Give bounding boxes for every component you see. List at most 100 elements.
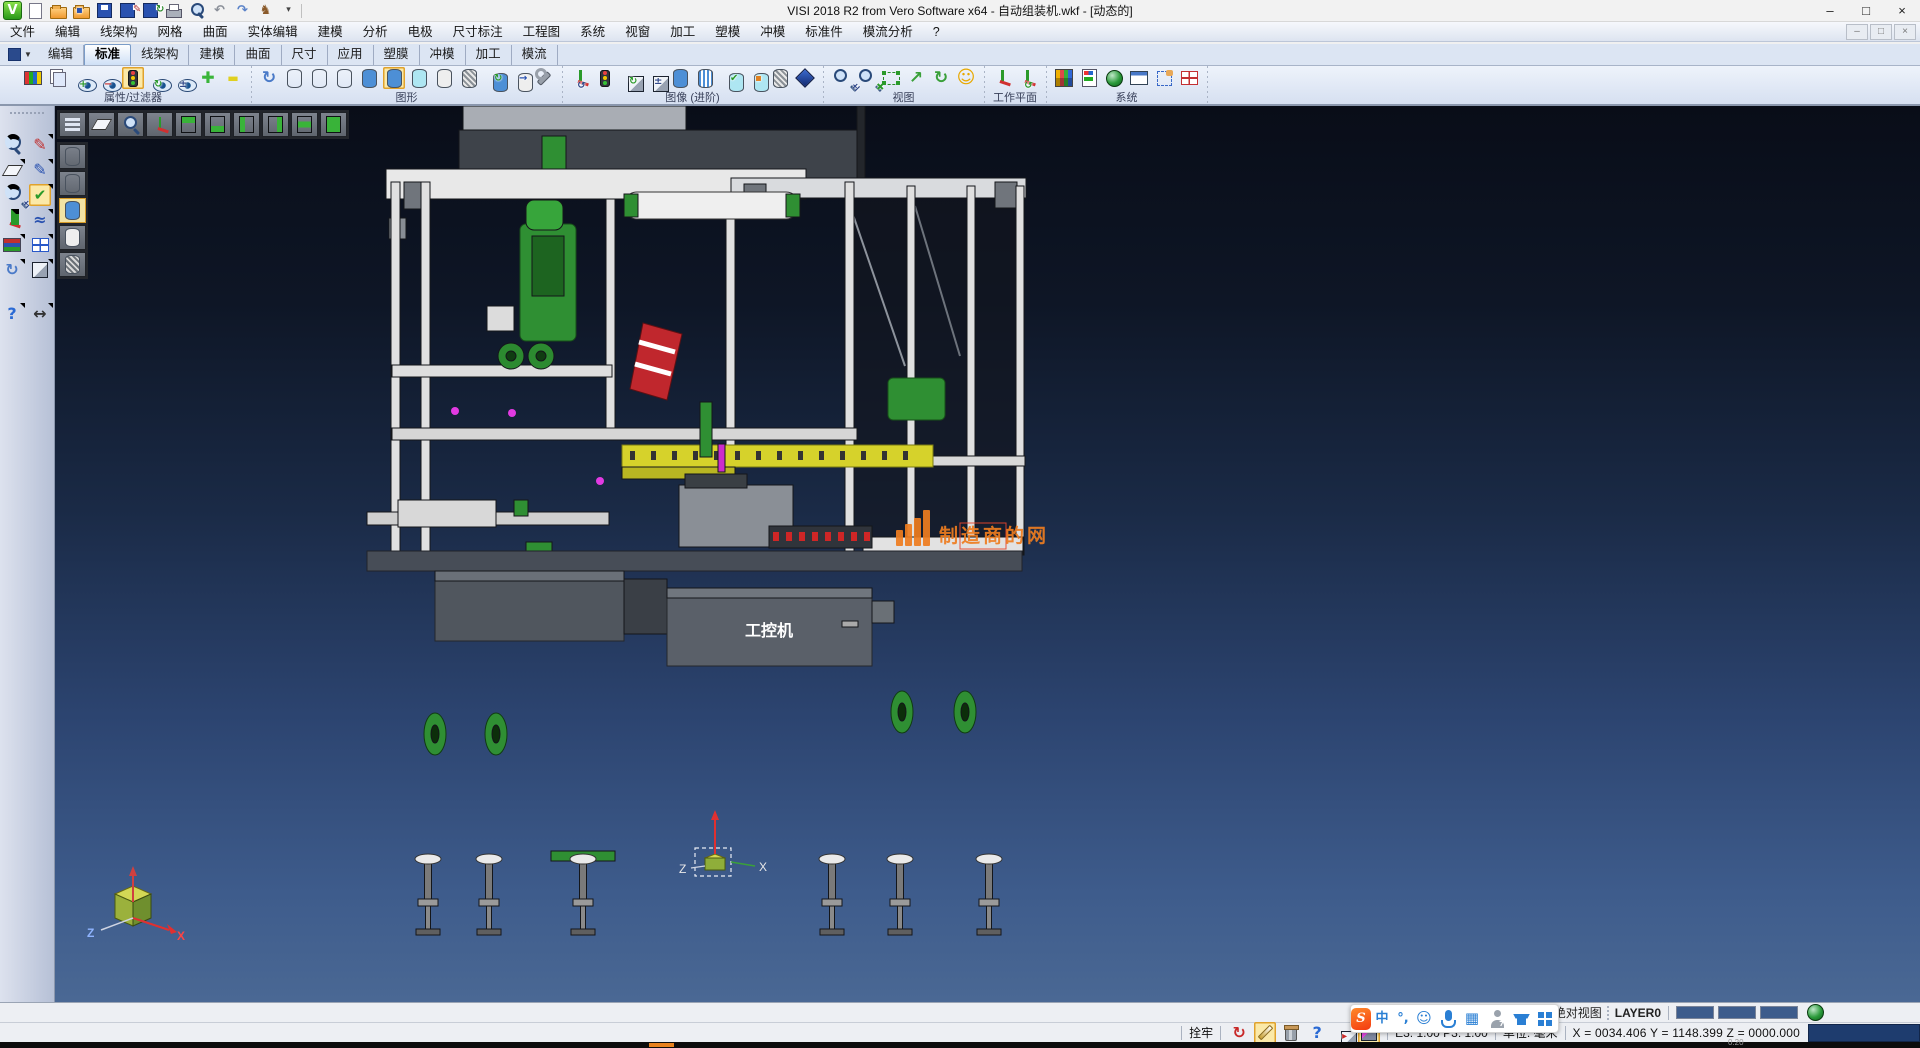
preview-zoom-icon[interactable]	[1, 134, 23, 156]
layer-manager-icon[interactable]	[1, 234, 23, 256]
workplane-auto-icon[interactable]	[1016, 67, 1038, 89]
machine-3d-model[interactable]: 工控机	[55, 106, 1920, 1002]
menu-item-模流分析[interactable]: 模流分析	[853, 25, 923, 39]
wireframe-view-icon[interactable]	[283, 67, 305, 89]
tag-image-icon[interactable]	[744, 67, 766, 89]
save-as-icon[interactable]	[118, 1, 137, 20]
hidden-line-view-icon[interactable]	[308, 67, 330, 89]
system-preferences-icon[interactable]	[1078, 67, 1100, 89]
refresh-selection-icon[interactable]: ↻	[1228, 1022, 1250, 1044]
new-file-icon[interactable]	[26, 1, 45, 20]
ime-mic-icon[interactable]	[1438, 1008, 1458, 1030]
menu-item-分析[interactable]: 分析	[353, 25, 398, 39]
sidebar-grip[interactable]	[10, 108, 44, 118]
snap-settings-icon[interactable]	[1153, 67, 1175, 89]
maximize-button[interactable]: □	[1848, 0, 1884, 21]
tab-应用[interactable]: 应用	[328, 45, 374, 65]
ime-keyboard-icon[interactable]: ▦	[1462, 1008, 1482, 1030]
tab-编辑[interactable]: 编辑	[38, 45, 84, 65]
view-top-button[interactable]	[175, 112, 202, 137]
refresh-visibility-icon[interactable]	[147, 67, 169, 89]
menu-item-冲模[interactable]: 冲模	[750, 25, 795, 39]
menu-item-电极[interactable]: 电极	[398, 25, 443, 39]
zoom-fit-icon[interactable]	[855, 67, 877, 89]
color-swatch-2-icon[interactable]	[1718, 1006, 1756, 1019]
delete-elements-icon[interactable]	[1280, 1022, 1302, 1044]
lock-toggle[interactable]: 拴牢	[1189, 1024, 1213, 1041]
render-quality-icon[interactable]	[794, 67, 816, 89]
toolbar-handle-icon[interactable]	[8, 48, 21, 61]
menu-item-?[interactable]: ?	[923, 25, 950, 39]
hide-elements-icon[interactable]	[97, 67, 119, 89]
3d-viewport[interactable]: 工控机	[55, 106, 1920, 1002]
open-file-icon[interactable]	[49, 1, 68, 20]
transparent-view-icon[interactable]	[408, 67, 430, 89]
menu-item-文件[interactable]: 文件	[0, 25, 45, 39]
help-icon[interactable]: ?	[1, 303, 23, 325]
shaded-edges-view-icon[interactable]	[383, 67, 405, 89]
menu-item-线架构[interactable]: 线架构	[90, 25, 148, 39]
measure-icon[interactable]: ↔	[29, 303, 51, 325]
system-settings-icon[interactable]	[1103, 67, 1125, 89]
mdi-minimize-button[interactable]: –	[1846, 24, 1868, 40]
close-button[interactable]: ×	[1884, 0, 1920, 21]
print-icon[interactable]	[164, 1, 183, 20]
view-zoom-button[interactable]	[117, 112, 144, 137]
view-plane-button[interactable]	[88, 112, 115, 137]
active-layer-label[interactable]: LAYER0	[1615, 1006, 1661, 1020]
macro-icon[interactable]: ♞	[256, 1, 275, 20]
zoom-window-icon[interactable]	[880, 67, 902, 89]
menu-item-塑模[interactable]: 塑模	[705, 25, 750, 39]
striped-image-icon[interactable]	[694, 67, 716, 89]
menu-item-尺寸标注[interactable]: 尺寸标注	[443, 25, 513, 39]
menu-item-系统[interactable]: 系统	[570, 25, 615, 39]
image-filters-icon[interactable]	[594, 67, 616, 89]
window-layout-icon[interactable]	[29, 234, 51, 256]
dynamic-image-icon[interactable]	[569, 67, 591, 89]
apply-shading-icon[interactable]	[508, 67, 530, 89]
remove-from-view-icon[interactable]: ▬	[222, 67, 244, 89]
menu-item-网格[interactable]: 网格	[148, 25, 193, 39]
mdi-restore-button[interactable]: □	[1870, 24, 1892, 40]
view-right-button[interactable]	[262, 112, 289, 137]
quickbar-dropdown-icon[interactable]: ▾	[279, 1, 298, 20]
view-front-button[interactable]	[291, 112, 318, 137]
undo-icon[interactable]: ↶	[210, 1, 229, 20]
display-hidden-line-button[interactable]	[59, 171, 86, 196]
dashed-hidden-view-icon[interactable]	[333, 67, 355, 89]
color-swatch-3-icon[interactable]	[1760, 1006, 1798, 1019]
hatched-view-icon[interactable]	[458, 67, 480, 89]
tab-塑膜[interactable]: 塑膜	[374, 45, 420, 65]
menu-item-标准件[interactable]: 标准件	[795, 25, 853, 39]
menu-item-工程图[interactable]: 工程图	[513, 25, 571, 39]
curve-edit-icon[interactable]: ✎	[29, 159, 51, 181]
menu-item-曲面[interactable]: 曲面	[193, 25, 238, 39]
dynamic-rotate-icon[interactable]: ↻	[930, 67, 952, 89]
menu-item-编辑[interactable]: 编辑	[45, 25, 90, 39]
save-all-icon[interactable]	[141, 1, 160, 20]
regenerate-graphics-icon[interactable]: ↻	[258, 67, 280, 89]
color-swatch-1-icon[interactable]	[1676, 1006, 1714, 1019]
redo-icon[interactable]: ↷	[233, 1, 252, 20]
ime-skin-icon[interactable]	[1510, 1008, 1530, 1030]
world-globe-icon[interactable]	[1804, 1002, 1826, 1024]
tab-线架构[interactable]: 线架构	[131, 45, 190, 65]
taskbar-item[interactable]	[649, 1043, 674, 1047]
solid-box-icon[interactable]	[29, 259, 51, 281]
zoom-in-out-icon[interactable]	[830, 67, 852, 89]
shaded-view-icon[interactable]	[358, 67, 380, 89]
magic-select-icon[interactable]	[1254, 1022, 1276, 1044]
display-hatched-button[interactable]	[59, 252, 86, 277]
menu-item-视窗[interactable]: 视窗	[615, 25, 660, 39]
menu-item-加工[interactable]: 加工	[660, 25, 705, 39]
refresh-shading-icon[interactable]	[483, 67, 505, 89]
tab-曲面[interactable]: 曲面	[235, 45, 281, 65]
ime-toolbox-icon[interactable]	[1534, 1008, 1554, 1030]
view-left-button[interactable]	[233, 112, 260, 137]
confirm-selection-icon[interactable]: ✔	[29, 184, 51, 206]
view-menu-button[interactable]	[59, 112, 86, 137]
view-iso-button[interactable]	[320, 112, 347, 137]
minimize-button[interactable]: –	[1812, 0, 1848, 21]
color-table-icon[interactable]	[1053, 67, 1075, 89]
toggle-visibility-icon[interactable]	[172, 67, 194, 89]
